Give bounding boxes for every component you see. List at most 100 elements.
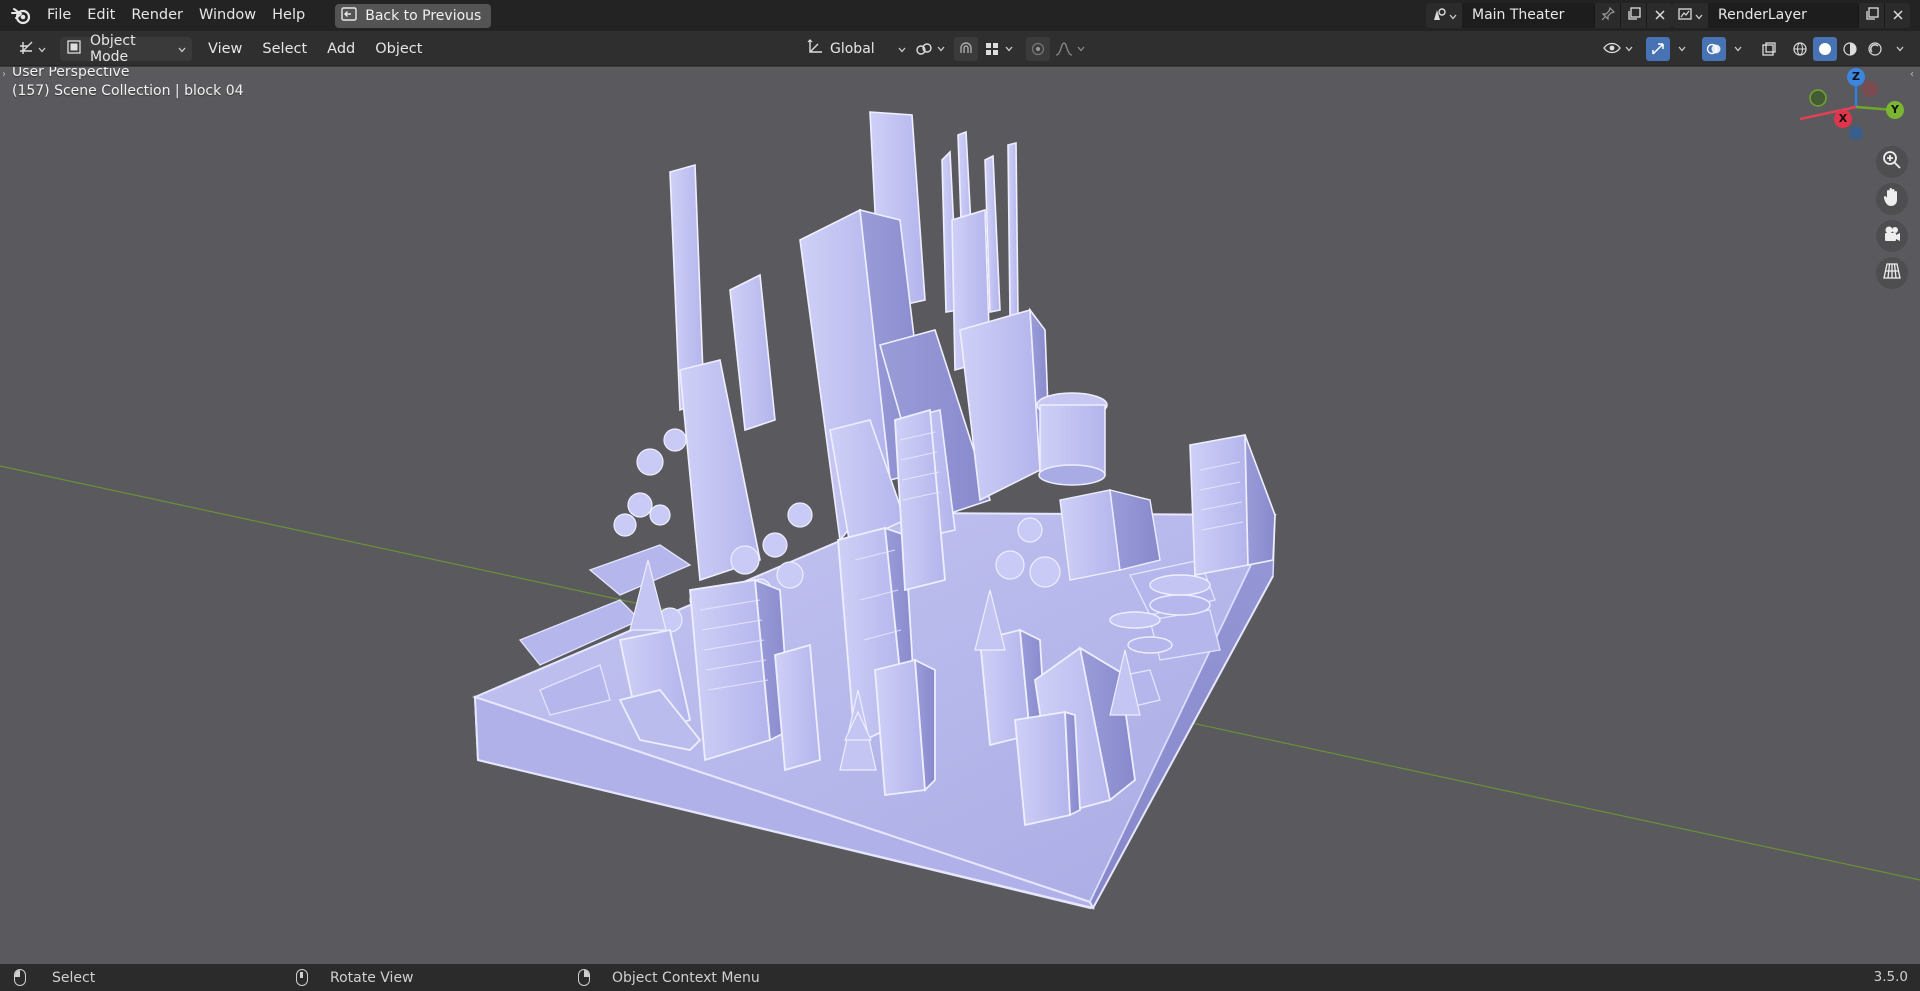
pan-button[interactable] [1876,183,1908,215]
menu-view[interactable]: View [202,37,248,61]
sidebar-expand-icon[interactable]: ‹ [1910,69,1914,80]
xray-toggle[interactable] [1757,37,1781,61]
chevron-down-icon [936,37,946,61]
blender-version-label: 3.5.0 [1873,969,1908,985]
back-to-previous-label: Back to Previous [365,7,482,24]
eye-pointer-icon [1600,37,1624,61]
city-block-model [472,111,1277,910]
camera-view-icon [1882,224,1902,248]
orthographic-toggle-button[interactable] [1876,257,1908,289]
menu-window[interactable]: Window [191,0,264,31]
status-middle-label: Rotate View [330,969,414,986]
orientation-global-icon [806,38,824,60]
scene-name-field[interactable]: Main Theater [1462,3,1594,28]
editor-type-button[interactable] [12,37,52,61]
toolbar-expand-icon[interactable]: › [2,69,6,80]
camera-view-button[interactable] [1876,220,1908,252]
gizmo-dropdown[interactable] [1672,37,1692,61]
status-bar: Select Rotate View Object Context Menu 3… [0,964,1920,991]
gizmo-x-axis[interactable]: X [1834,110,1852,128]
mouse-left-button-icon [14,969,26,986]
pin-icon [1601,6,1615,25]
status-left-label: Select [52,969,96,986]
delete-scene-button[interactable] [1646,3,1672,28]
snap-target-dropdown[interactable] [980,37,1014,61]
delete-view-layer-button[interactable] [1884,3,1910,28]
snap-toggle[interactable] [954,37,978,61]
gizmo-z-axis[interactable]: Z [1847,68,1865,86]
proportional-editing-toggle[interactable] [1026,37,1050,61]
mouse-right-button-icon [578,969,590,986]
duplicate-icon [1627,6,1641,25]
object-mode-label: Object Mode [90,33,136,65]
snap-magnet-icon [954,37,978,61]
menu-file[interactable]: File [39,0,79,31]
chevron-down-icon [1449,8,1457,24]
proportional-editing-icon [1026,37,1050,61]
material-preview-shading-icon[interactable] [1838,37,1862,61]
3d-viewport-icon [18,39,36,59]
transform-orientation-dropdown[interactable]: Global [802,37,906,61]
orthographic-grid-icon [1882,261,1902,285]
3d-viewport[interactable]: › ‹ User Perspective (157) Scene Collect… [0,67,1920,964]
chevron-down-icon [178,41,186,57]
solid-shading-icon[interactable] [1813,37,1837,61]
back-to-previous-icon [341,6,357,25]
scene-selector: Main Theater [1426,3,1672,28]
duplicate-icon [1865,6,1879,25]
viewport-header: Object Mode View Select Add Object Globa… [0,31,1920,66]
chevron-down-icon [1624,37,1634,61]
overlays-dropdown[interactable] [1728,37,1748,61]
view-layer-name-field[interactable]: RenderLayer [1708,3,1858,28]
chevron-down-icon [1672,37,1692,61]
gizmo-icon [1646,37,1670,61]
gizmo-y-axis[interactable]: Y [1886,101,1904,119]
orientation-label: Global [830,41,875,57]
show-overlays-toggle[interactable] [1702,37,1726,61]
snap-grid-icon [980,37,1004,61]
zoom-button[interactable] [1876,146,1908,178]
rendered-shading-icon[interactable] [1863,37,1887,61]
chevron-down-icon [1892,37,1908,61]
scene-pin-button[interactable] [1594,3,1620,28]
wireframe-shading-icon[interactable] [1788,37,1812,61]
falloff-curve-icon [1052,37,1076,61]
menu-render[interactable]: Render [123,0,191,31]
scene-icon [1431,6,1447,26]
blender-logo-icon[interactable] [11,6,31,26]
chevron-down-icon [1695,8,1703,24]
view-layer-browse-button[interactable] [1672,3,1708,28]
proportional-falloff-dropdown[interactable] [1052,37,1086,61]
top-menu-bar: File Edit Render Window Help Back to Pre… [0,0,1920,31]
view-layer-selector: RenderLayer [1672,3,1910,28]
back-to-previous-button[interactable]: Back to Previous [335,3,492,28]
xray-icon [1757,37,1781,61]
overlays-icon [1702,37,1726,61]
shading-dropdown[interactable] [1892,37,1908,61]
selectability-visibility-dropdown[interactable] [1600,37,1634,61]
menu-edit[interactable]: Edit [79,0,123,31]
pan-hand-icon [1882,186,1902,212]
navigation-gizmo[interactable]: Z Y X [1799,67,1910,147]
scene-browse-button[interactable] [1426,3,1462,28]
object-mode-dropdown[interactable]: Object Mode [60,33,192,65]
new-scene-button[interactable] [1620,3,1646,28]
render-layers-icon [1677,6,1693,26]
show-gizmo-toggle[interactable] [1646,37,1670,61]
viewport-perspective-label: User Perspective [12,67,130,80]
shading-mode-group [1788,37,1887,61]
chevron-down-icon [898,41,906,57]
new-view-layer-button[interactable] [1858,3,1884,28]
status-left-click: Select [14,964,95,991]
menu-object[interactable]: Object [369,37,428,61]
chevron-down-icon [38,41,46,57]
menu-add[interactable]: Add [321,37,361,61]
menu-select[interactable]: Select [256,37,313,61]
chevron-down-icon [1076,37,1086,61]
pivot-point-dropdown[interactable] [912,37,946,61]
object-mode-icon [66,39,82,59]
chevron-down-icon [1004,37,1014,61]
menu-help[interactable]: Help [264,0,313,31]
scene-canvas [0,111,1920,910]
mouse-middle-button-icon [296,969,308,986]
